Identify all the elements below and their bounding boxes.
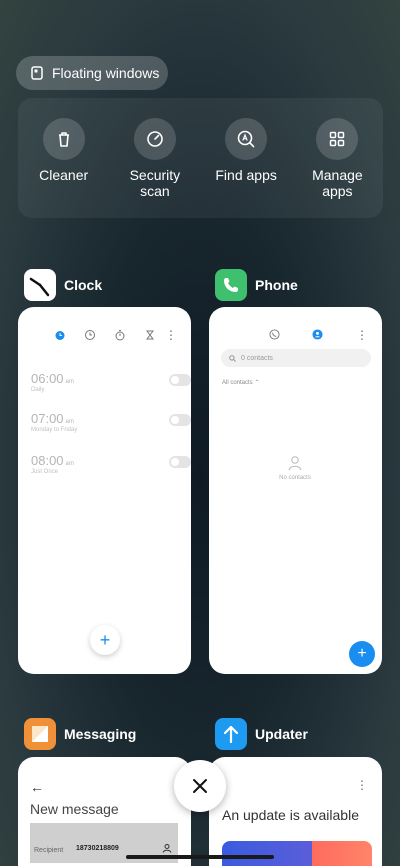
- floating-window-icon: [31, 66, 43, 80]
- phone-app-name: Phone: [255, 277, 298, 293]
- new-message-title: New message: [30, 801, 119, 817]
- phone-tabs: [269, 329, 323, 340]
- messaging-app-icon: [24, 718, 56, 750]
- alarm-icon[interactable]: [54, 329, 66, 341]
- cleaner-label: Cleaner: [39, 167, 89, 183]
- empty-state: No contacts: [209, 455, 381, 481]
- floating-windows-label: Floating windows: [52, 65, 160, 81]
- phone-app-card[interactable]: ⋮ 0 contacts All contacts ⌃ No contacts …: [209, 307, 382, 674]
- updater-app-card[interactable]: ⋮ An update is available: [209, 757, 382, 866]
- updater-app-header[interactable]: Updater: [215, 718, 308, 750]
- alarm-item[interactable]: 07:00 am Monday to Friday: [31, 411, 191, 433]
- clock-app-icon: [24, 269, 56, 301]
- more-options-icon[interactable]: ⋮: [356, 329, 368, 341]
- messaging-app-card[interactable]: ← New message Recipient 18730218809: [18, 757, 191, 866]
- contacts-search-input[interactable]: 0 contacts: [221, 349, 371, 367]
- alarm-toggle[interactable]: [169, 414, 191, 426]
- quick-actions-panel: Cleaner Security scan Find apps Manage a…: [18, 98, 383, 218]
- grid-icon: [330, 131, 345, 147]
- alarm-item[interactable]: 08:00 am Just Once: [31, 453, 191, 475]
- security-scan-label: Security scan: [129, 167, 181, 199]
- search-app-icon: [237, 130, 255, 148]
- home-indicator[interactable]: [126, 855, 274, 859]
- speedometer-icon: [147, 131, 163, 147]
- update-banner-image: [222, 841, 372, 866]
- security-scan-button[interactable]: Security scan: [115, 118, 195, 218]
- clock-tabs: [54, 329, 156, 341]
- trash-icon: [58, 132, 69, 147]
- more-options-icon[interactable]: ⋮: [165, 329, 177, 341]
- recents-icon[interactable]: [269, 329, 280, 340]
- more-options-icon[interactable]: ⋮: [356, 779, 368, 791]
- close-icon: [193, 779, 207, 793]
- world-clock-icon[interactable]: [84, 329, 96, 341]
- clock-app-header[interactable]: Clock: [24, 269, 102, 301]
- contact-picker-icon[interactable]: [162, 843, 172, 853]
- find-apps-button[interactable]: Find apps: [206, 118, 286, 218]
- alarm-toggle[interactable]: [169, 456, 191, 468]
- clock-app-card[interactable]: ⋮ 06:00 am Daily 07:00 am Monday to Friday…: [18, 307, 191, 674]
- update-available-title: An update is available: [222, 807, 359, 823]
- all-contacts-filter[interactable]: All contacts ⌃: [222, 379, 259, 386]
- close-all-button[interactable]: [174, 760, 226, 812]
- find-apps-label: Find apps: [215, 167, 277, 183]
- updater-app-name: Updater: [255, 726, 308, 742]
- messaging-app-name: Messaging: [64, 726, 137, 742]
- back-arrow-icon[interactable]: ←: [30, 779, 44, 795]
- search-icon: [229, 354, 236, 362]
- phone-app-header[interactable]: Phone: [215, 269, 298, 301]
- messaging-app-header[interactable]: Messaging: [24, 718, 136, 750]
- manage-apps-label: Manage apps: [312, 167, 363, 199]
- floating-windows-button[interactable]: Floating windows: [16, 56, 168, 90]
- contacts-icon[interactable]: [312, 329, 323, 340]
- empty-state-label: No contacts: [279, 475, 311, 481]
- stopwatch-icon[interactable]: [114, 329, 126, 341]
- person-icon: [288, 456, 302, 471]
- alarm-item[interactable]: 06:00 am Daily: [31, 371, 191, 393]
- clock-app-name: Clock: [64, 277, 103, 293]
- phone-app-icon: [215, 269, 247, 301]
- cleaner-button[interactable]: Cleaner: [24, 118, 104, 218]
- alarm-toggle[interactable]: [169, 374, 191, 386]
- add-contact-button[interactable]: +: [349, 641, 375, 667]
- updater-app-icon: [215, 718, 247, 750]
- manage-apps-button[interactable]: Manage apps: [297, 118, 377, 218]
- add-alarm-button[interactable]: +: [90, 625, 120, 655]
- timer-icon[interactable]: [144, 329, 156, 341]
